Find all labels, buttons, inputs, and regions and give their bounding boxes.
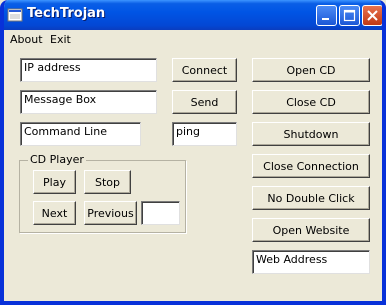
- stop-button[interactable]: Stop: [84, 170, 131, 194]
- menu-bar: About Exit: [4, 30, 382, 48]
- app-icon: [7, 7, 23, 23]
- maximize-icon: [343, 9, 356, 22]
- close-connection-button[interactable]: Close Connection: [252, 154, 370, 178]
- close-cd-button[interactable]: Close CD: [252, 90, 370, 114]
- web-address-field[interactable]: Web Address: [252, 250, 370, 274]
- message-box-field[interactable]: Message Box: [20, 90, 157, 114]
- shutdown-button[interactable]: Shutdown: [252, 122, 370, 146]
- close-icon: [367, 10, 378, 21]
- previous-button[interactable]: Previous: [84, 201, 137, 225]
- play-button[interactable]: Play: [33, 170, 76, 194]
- minimize-icon: [322, 18, 329, 20]
- minimize-button[interactable]: [316, 5, 337, 26]
- menu-exit[interactable]: Exit: [50, 33, 71, 46]
- connect-button[interactable]: Connect: [172, 58, 237, 82]
- cd-player-label: CD Player: [28, 153, 86, 166]
- send-button[interactable]: Send: [172, 90, 237, 114]
- app-window: TechTrojan About Exit IP address Message…: [0, 0, 386, 305]
- close-button[interactable]: [362, 5, 382, 26]
- cd-track-field[interactable]: [141, 201, 180, 225]
- no-double-click-button[interactable]: No Double Click: [252, 186, 370, 210]
- maximize-button[interactable]: [339, 5, 360, 26]
- title-bar[interactable]: TechTrojan: [4, 0, 382, 30]
- ping-field[interactable]: ping: [172, 122, 237, 146]
- open-cd-button[interactable]: Open CD: [252, 58, 370, 82]
- open-website-button[interactable]: Open Website: [252, 218, 370, 242]
- menu-about[interactable]: About: [10, 33, 43, 46]
- command-line-field[interactable]: Command Line: [20, 122, 141, 146]
- ip-address-field[interactable]: IP address: [20, 58, 157, 82]
- window-title: TechTrojan: [27, 6, 106, 21]
- next-button[interactable]: Next: [33, 201, 76, 225]
